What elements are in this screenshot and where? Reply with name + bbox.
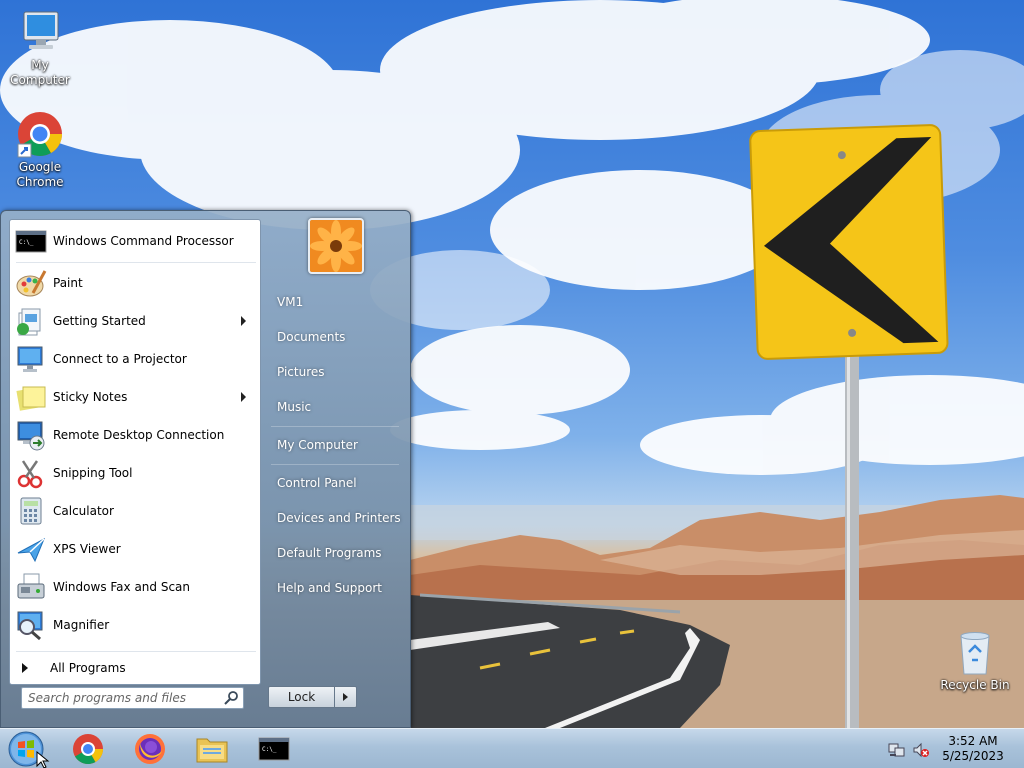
cmd-icon: C:\_ xyxy=(15,225,47,257)
desktop-icon-label: Recycle Bin xyxy=(940,678,1010,692)
program-label: Connect to a Projector xyxy=(53,352,187,366)
all-programs-button[interactable]: All Programs xyxy=(14,654,258,682)
desktop-icon-my-computer[interactable]: My Computer xyxy=(0,8,80,88)
taskbar-pinned-command-prompt[interactable]: C:\_ xyxy=(248,731,300,767)
chrome-icon xyxy=(16,110,64,158)
getting-started-icon xyxy=(15,305,47,337)
taskbar: C:\_ 3:52 AM 5/25/2023 xyxy=(0,728,1024,768)
start-links-divider xyxy=(271,464,399,465)
sticky-notes-icon xyxy=(15,381,47,413)
desktop-icon-label: My Computer xyxy=(10,58,70,87)
user-picture[interactable] xyxy=(308,218,364,274)
program-item-connect-to-a-projector[interactable]: Connect to a Projector xyxy=(12,341,258,377)
desktop-icon-label: Google Chrome xyxy=(16,160,64,189)
start-link-vm1[interactable]: VM1 xyxy=(269,287,405,317)
desktop-icon-google-chrome[interactable]: Google Chrome xyxy=(0,110,80,190)
clock-time: 3:52 AM xyxy=(948,734,998,748)
start-link-help-and-support[interactable]: Help and Support xyxy=(269,573,405,603)
cmd-icon: C:\_ xyxy=(258,737,290,761)
start-links-divider xyxy=(271,426,399,427)
network-icon[interactable] xyxy=(888,741,906,759)
program-label: Sticky Notes xyxy=(53,390,128,404)
program-label: Windows Fax and Scan xyxy=(53,580,191,594)
start-link-documents[interactable]: Documents xyxy=(269,322,405,352)
program-item-getting-started[interactable]: Getting Started xyxy=(12,303,258,339)
submenu-arrow-icon[interactable] xyxy=(241,392,246,402)
xps-viewer-icon xyxy=(15,533,47,565)
start-menu: C:\_ Windows Command Processor Paint Get… xyxy=(0,210,411,728)
taskbar-pinned-firefox[interactable] xyxy=(124,731,176,767)
paint-icon xyxy=(15,267,47,299)
program-item-remote-desktop-connection[interactable]: Remote Desktop Connection xyxy=(12,417,258,453)
program-label: Paint xyxy=(53,276,83,290)
program-label: Getting Started xyxy=(53,314,146,328)
clock-date: 5/25/2023 xyxy=(942,749,1004,763)
program-item-calculator[interactable]: Calculator xyxy=(12,493,258,529)
program-label: Remote Desktop Connection xyxy=(53,428,225,442)
program-item-snipping-tool[interactable]: Snipping Tool xyxy=(12,455,258,491)
chrome-icon xyxy=(73,734,103,765)
firefox-icon xyxy=(135,734,165,764)
start-link-default-programs[interactable]: Default Programs xyxy=(269,538,405,568)
search-input[interactable] xyxy=(28,689,223,707)
submenu-arrow-icon[interactable] xyxy=(241,316,246,326)
program-item-paint[interactable]: Paint xyxy=(12,265,258,301)
program-label: Calculator xyxy=(53,504,114,518)
search-icon[interactable] xyxy=(223,690,239,706)
projector-icon xyxy=(15,343,47,375)
start-link-pictures[interactable]: Pictures xyxy=(269,357,405,387)
snipping-tool-icon xyxy=(15,457,47,489)
program-item-windows-command-processor[interactable]: C:\_ Windows Command Processor xyxy=(12,223,258,259)
svg-text:C:\_: C:\_ xyxy=(19,239,34,246)
mouse-cursor-icon xyxy=(36,751,50,768)
fax-scan-icon xyxy=(15,571,47,603)
program-label: Magnifier xyxy=(53,618,110,632)
svg-text:C:\_: C:\_ xyxy=(262,746,277,753)
remote-desktop-icon xyxy=(15,419,47,451)
system-tray: 3:52 AM 5/25/2023 xyxy=(884,729,1024,768)
all-programs-divider xyxy=(16,651,256,652)
expand-arrow-icon xyxy=(22,663,28,673)
program-list-divider xyxy=(16,262,256,263)
program-label: Snipping Tool xyxy=(53,466,133,480)
program-label: Windows Command Processor xyxy=(53,234,234,248)
start-link-my-computer[interactable]: My Computer xyxy=(269,430,405,460)
program-item-sticky-notes[interactable]: Sticky Notes xyxy=(12,379,258,415)
start-link-control-panel[interactable]: Control Panel xyxy=(269,468,405,498)
magnifier-icon xyxy=(15,609,47,641)
flower-user-picture xyxy=(310,220,362,272)
volume-muted-icon[interactable] xyxy=(912,741,930,759)
shutdown-options-button[interactable] xyxy=(335,686,357,708)
taskbar-pinned-file-explorer[interactable] xyxy=(186,731,238,767)
search-box[interactable] xyxy=(21,687,244,709)
my-computer-icon xyxy=(16,8,64,56)
program-item-windows-fax-and-scan[interactable]: Windows Fax and Scan xyxy=(12,569,258,605)
desktop-icon-recycle-bin[interactable]: Recycle Bin xyxy=(935,630,1015,693)
lock-button[interactable]: Lock xyxy=(268,686,335,708)
calculator-icon xyxy=(15,495,47,527)
program-label: XPS Viewer xyxy=(53,542,121,556)
start-link-music[interactable]: Music xyxy=(269,392,405,422)
start-link-devices-and-printers[interactable]: Devices and Printers xyxy=(269,503,405,533)
program-item-xps-viewer[interactable]: XPS Viewer xyxy=(12,531,258,567)
chevron-right-icon xyxy=(343,693,348,701)
start-menu-programs-pane: C:\_ Windows Command Processor Paint Get… xyxy=(9,219,261,685)
system-clock[interactable]: 3:52 AM 5/25/2023 xyxy=(938,734,1008,764)
program-item-magnifier[interactable]: Magnifier xyxy=(12,607,258,643)
recycle-bin-icon xyxy=(955,630,995,676)
file-explorer-icon xyxy=(196,738,228,763)
all-programs-label: All Programs xyxy=(50,661,126,675)
taskbar-pinned-chrome[interactable] xyxy=(62,731,114,767)
